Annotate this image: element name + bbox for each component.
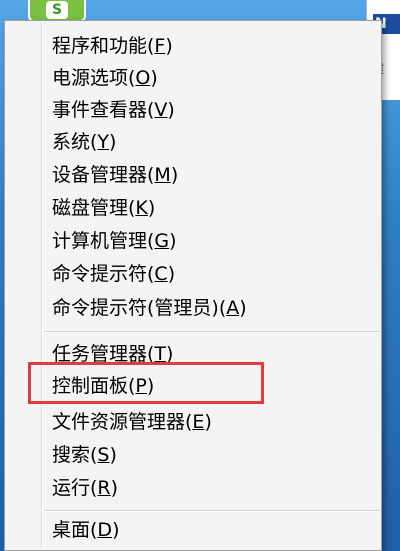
menu-item-label: 设备管理器( [52,164,155,186]
menu-item-desktop[interactable]: 桌面(D) [52,515,119,545]
menu-item-label-tail: ) [147,197,156,219]
menu-item-accelerator: K [135,197,148,219]
menu-item-accelerator: M [154,164,171,186]
menu-item-label-tail: ) [109,131,117,153]
menu-separator [44,331,380,333]
menu-item-label: 系统( [52,131,98,153]
menu-item-label: 命令提示符(管理员)( [52,297,227,319]
menu-item-label: 事件查看器( [52,99,155,121]
menu-item-label: 程序和功能( [52,35,155,57]
menu-item-accelerator: S [97,444,110,466]
menu-item-label: 计算机管理( [52,230,155,252]
menu-item-label: 文件资源管理器( [52,411,193,433]
menu-item-label-tail: ) [170,164,179,186]
menu-item-label-tail: ) [204,411,212,433]
menu-item-label-tail: ) [110,477,119,499]
menu-item-power-options[interactable]: 电源选项(O) [52,63,158,93]
menu-item-accelerator: R [97,477,111,499]
menu-item-command-prompt[interactable]: 命令提示符(C) [52,259,175,289]
menu-item-label-tail: ) [150,67,158,89]
menu-item-label-tail: ) [167,99,175,121]
menu-item-event-viewer[interactable]: 事件查看器(V) [52,95,175,125]
menu-item-computer-management[interactable]: 计算机管理(G) [52,226,177,256]
menu-item-device-manager[interactable]: 设备管理器(M) [52,160,178,190]
menu-item-label-tail: ) [109,444,117,466]
app-logo-icon: S [46,1,68,19]
menu-item-accelerator: A [226,297,240,319]
menu-item-label-tail: ) [167,263,176,285]
menu-item-accelerator: V [154,99,168,121]
menu-item-accelerator: F [154,35,166,57]
menu-item-accelerator: G [154,230,170,252]
menu-item-command-prompt-admin[interactable]: 命令提示符(管理员)(A) [52,293,247,323]
menu-item-label: 电源选项( [52,67,136,89]
menu-item-label-tail: ) [239,297,247,319]
menu-item-file-explorer[interactable]: 文件资源管理器(E) [52,407,212,437]
menu-item-search[interactable]: 搜索(S) [52,440,117,470]
menu-item-run[interactable]: 运行(R) [52,473,118,503]
menu-item-accelerator: O [135,67,151,89]
menu-item-system[interactable]: 系统(Y) [52,127,116,157]
menu-item-accelerator: D [97,519,113,541]
menu-gutter-divider [41,23,43,548]
menu-item-accelerator: E [192,411,205,433]
menu-item-programs-features[interactable]: 程序和功能(F) [52,31,173,61]
menu-item-label: 磁盘管理( [52,197,136,219]
menu-item-label: 搜索( [52,444,98,466]
menu-item-label: 命令提示符( [52,263,155,285]
menu-item-label: 运行( [52,477,98,499]
annotation-highlight-box [28,362,264,404]
menu-separator [44,510,380,512]
taskbar-app-icon[interactable]: S [28,0,86,22]
menu-item-label-tail: ) [165,35,173,57]
menu-item-label-tail: ) [112,519,120,541]
winx-context-menu: 程序和功能(F) 电源选项(O) 事件查看器(V) 系统(Y) 设备管理器(M)… [4,20,382,551]
menu-item-accelerator: C [154,263,168,285]
menu-item-accelerator: Y [97,131,110,153]
menu-item-disk-management[interactable]: 磁盘管理(K) [52,193,155,223]
menu-item-label: 桌面( [52,519,98,541]
menu-item-label-tail: ) [169,230,177,252]
